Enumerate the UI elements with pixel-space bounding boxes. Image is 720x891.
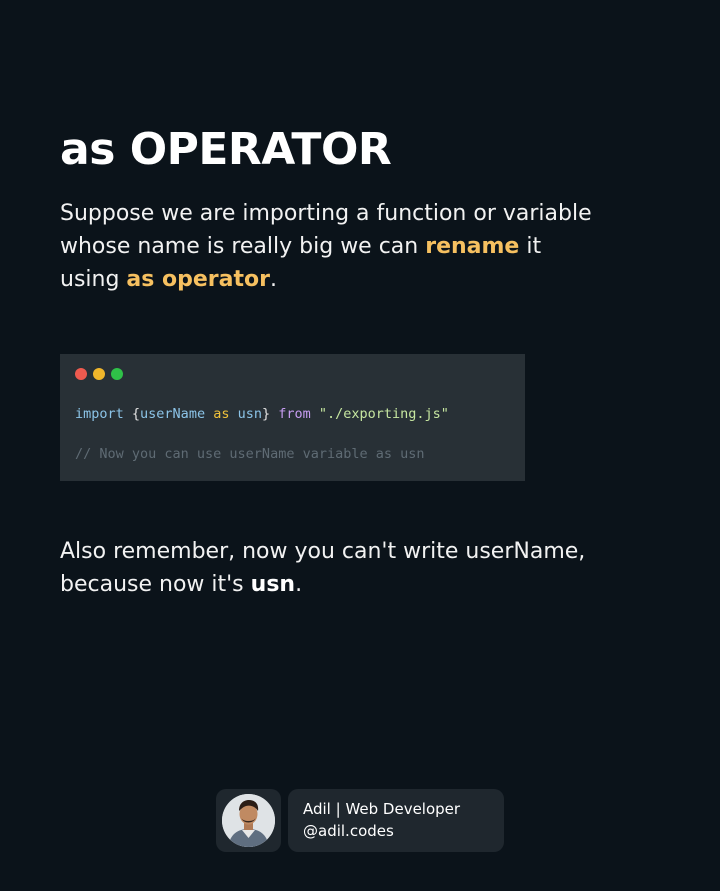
intro-text: .: [269, 267, 277, 292]
outro-text: Also remember, now you can't write userN…: [60, 539, 586, 597]
author-name: Adil | Web Developer: [303, 800, 461, 818]
code-alias: usn: [237, 406, 262, 422]
code-brace-close: }: [261, 406, 279, 422]
author-avatar-card: [216, 789, 281, 852]
author-info-card: Adil | Web Developer @adil.codes: [288, 789, 504, 852]
code-keyword-as: as: [205, 406, 238, 422]
maximize-dot-icon: [111, 368, 123, 380]
code-line-import: import {userName as usn} from "./exporti…: [75, 406, 449, 422]
avatar: [222, 794, 275, 847]
highlight-as-operator: as operator: [126, 267, 270, 292]
author-handle: @adil.codes: [303, 822, 394, 840]
code-brace-open: {: [123, 406, 141, 422]
code-identifier: userName: [140, 406, 206, 422]
code-window: import {userName as usn} from "./exporti…: [60, 354, 525, 481]
intro-paragraph: Suppose we are importing a function or v…: [60, 197, 600, 296]
close-dot-icon: [75, 368, 87, 380]
minimize-dot-icon: [93, 368, 105, 380]
code-string: "./exporting.js": [310, 406, 449, 422]
code-keyword-from: from: [278, 406, 311, 422]
code-keyword-import: import: [75, 406, 124, 422]
highlight-rename: rename: [425, 234, 520, 259]
outro-text: .: [295, 572, 303, 597]
person-avatar-icon: [222, 794, 275, 847]
window-controls: [75, 368, 123, 380]
outro-bold-usn: usn: [250, 572, 296, 597]
outro-paragraph: Also remember, now you can't write userN…: [60, 535, 620, 601]
page-title: as OPERATOR: [60, 124, 392, 175]
code-comment: // Now you can use userName variable as …: [75, 446, 425, 462]
